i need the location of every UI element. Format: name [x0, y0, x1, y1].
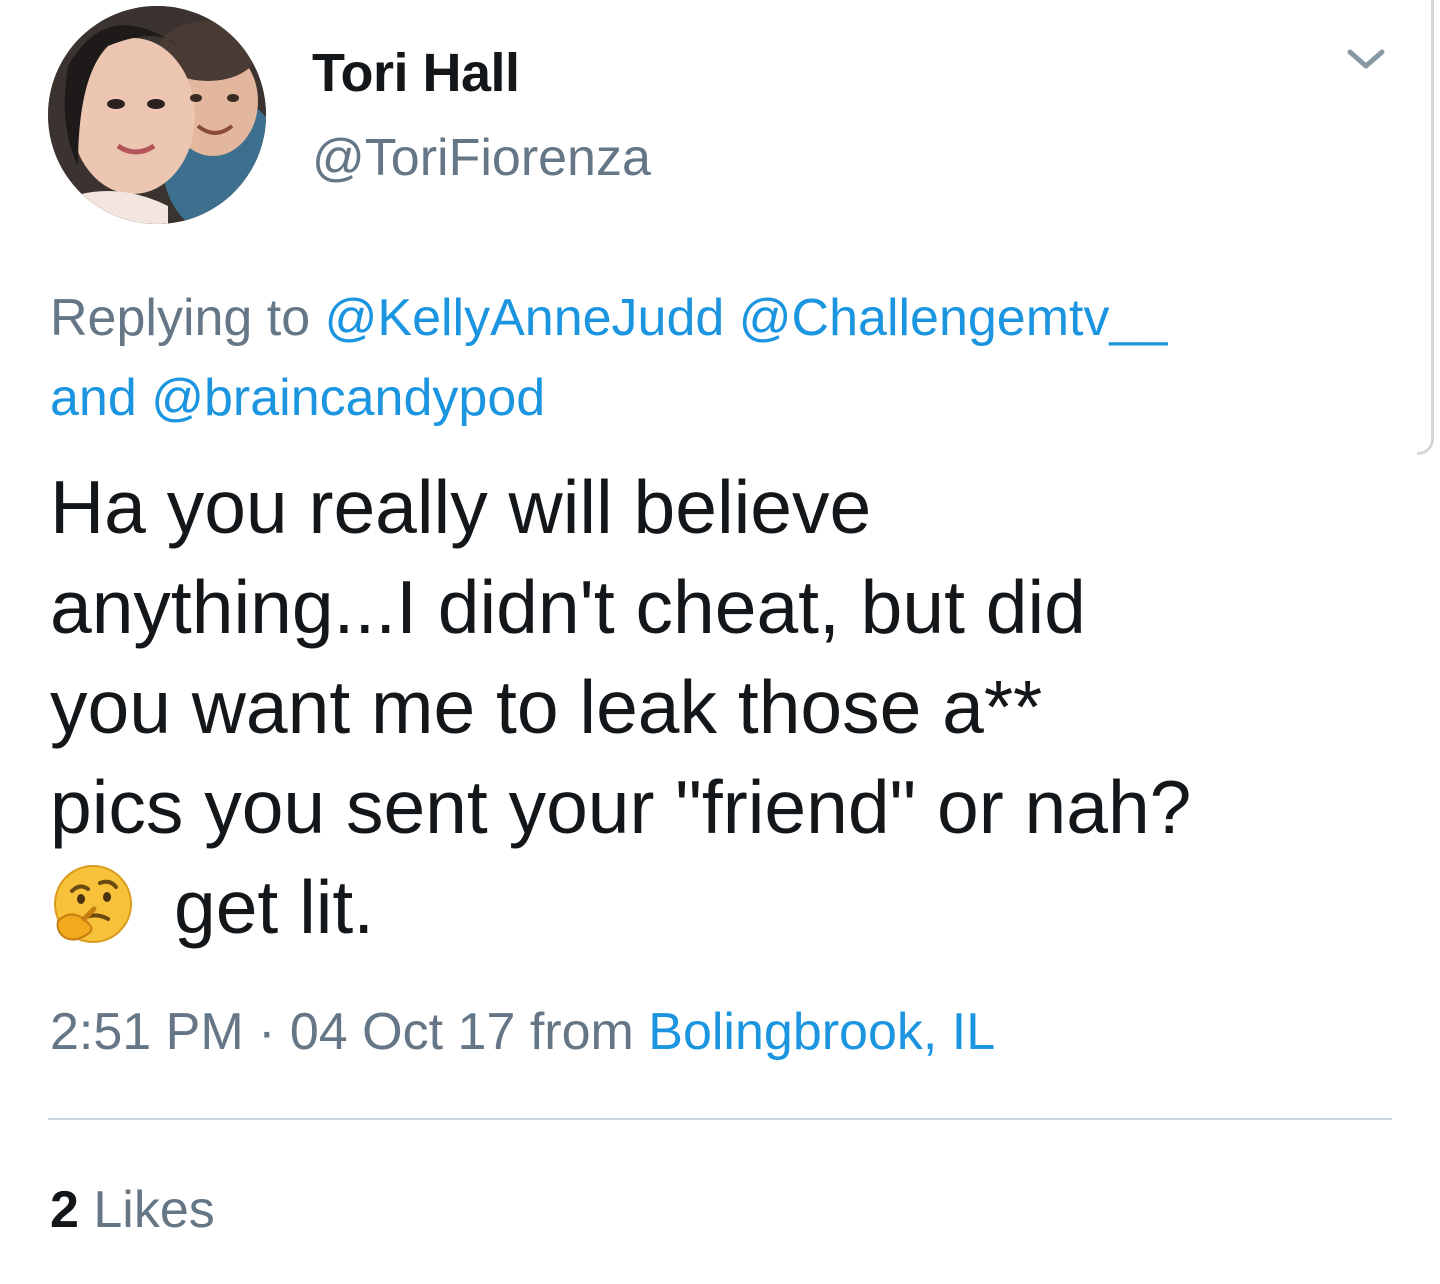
mention-link[interactable]: @Challengemtv__ [739, 289, 1168, 347]
mention-link[interactable]: @KellyAnneJudd [325, 289, 725, 347]
tweet-text-line: get lit. [174, 865, 375, 949]
avatar[interactable] [48, 6, 266, 224]
reply-joiner[interactable]: and [50, 369, 137, 427]
avatar-photo [48, 6, 266, 224]
location-link[interactable]: Bolingbrook, IL [648, 1003, 995, 1061]
tweet-date[interactable]: 04 Oct 17 [290, 1003, 515, 1061]
tweet-text-line: anything...I didn't cheat, but did [50, 565, 1086, 649]
author-display-name[interactable]: Tori Hall [312, 42, 520, 104]
author-handle[interactable]: @ToriFiorenza [312, 128, 651, 188]
likes-label: Likes [93, 1181, 215, 1239]
tweet-text-line: pics you sent your "friend" or nah? [50, 765, 1192, 849]
tweet-time[interactable]: 2:51 PM [50, 1003, 244, 1061]
tweet-meta: 2:51 PM · 04 Oct 17 from Bolingbrook, IL [50, 1002, 995, 1062]
likes-stat[interactable]: 2 Likes [50, 1180, 215, 1240]
meta-separator: · [258, 1003, 276, 1061]
tweet-text-line: Ha you really will believe [50, 465, 872, 549]
thinking-face-icon [50, 861, 136, 947]
scrollbar-edge [1417, 0, 1434, 455]
replying-to-label: Replying to [50, 289, 311, 347]
tweet-text-line: you want me to leak those a** [50, 665, 1043, 749]
chevron-down-icon[interactable] [1338, 40, 1394, 80]
likes-count: 2 [50, 1181, 79, 1239]
divider [48, 1118, 1392, 1120]
reply-context: Replying to @KellyAnneJudd @Challengemtv… [50, 278, 1380, 438]
tweet-text: Ha you really will believe anything...I … [50, 457, 1420, 957]
from-label: from [529, 1003, 634, 1061]
mention-link[interactable]: @braincandypod [151, 369, 545, 427]
